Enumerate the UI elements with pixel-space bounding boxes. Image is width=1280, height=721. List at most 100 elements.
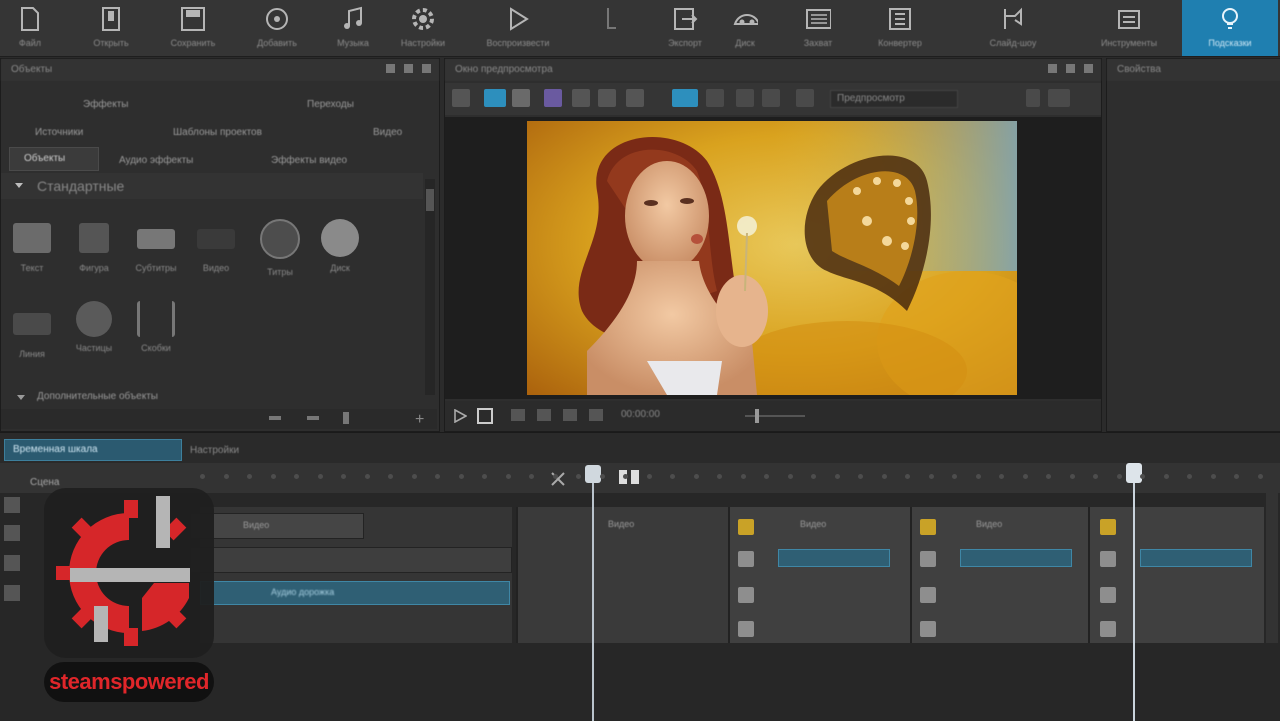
objects-footer-bar: + <box>1 409 437 429</box>
prev-frame-icon[interactable] <box>511 409 525 421</box>
tab-objects-active[interactable]: Объекты <box>9 147 99 171</box>
scrollbar-thumb[interactable] <box>426 189 434 211</box>
tab-sources[interactable]: Источники <box>35 127 83 138</box>
tab-timeline-settings[interactable]: Настройки <box>190 445 239 456</box>
preview-panel-title: Окно предпросмотра <box>445 59 1101 81</box>
loop-icon[interactable] <box>563 409 577 421</box>
scene-block[interactable]: Видео <box>516 507 728 643</box>
toolbar-tools-button[interactable]: Инструменты <box>1086 0 1172 56</box>
toolbar-save-button[interactable]: Сохранить <box>160 0 226 56</box>
effect-icon <box>738 587 754 603</box>
effect-bar[interactable] <box>1140 549 1252 567</box>
scene-block[interactable]: Видео <box>728 507 910 643</box>
toolbar-capture-button[interactable]: Захват <box>790 0 846 56</box>
toolbar-settings-button[interactable]: Настройки <box>388 0 458 56</box>
volume-slider-thumb[interactable] <box>755 409 759 423</box>
ruler-tick <box>670 474 675 479</box>
close-panel-icon[interactable] <box>422 64 431 73</box>
tab-video[interactable]: Видео <box>373 127 402 138</box>
tab-effects[interactable]: Эффекты <box>83 99 128 110</box>
section-header[interactable]: Стандартные <box>1 173 423 199</box>
tab-timeline-label: Временная шкала <box>13 444 98 455</box>
preview-settings-icon[interactable] <box>796 89 814 107</box>
remove-icon[interactable] <box>307 416 319 420</box>
fullscreen-icon[interactable] <box>589 409 603 421</box>
toolbar-pin-button[interactable] <box>590 0 630 56</box>
range-end-marker[interactable] <box>1133 473 1135 721</box>
effect-bar[interactable] <box>960 549 1072 567</box>
track-audio-icon[interactable] <box>4 585 20 601</box>
preview-hand-icon[interactable] <box>572 89 590 107</box>
preview-zoom-icon[interactable] <box>598 89 616 107</box>
preview-draw-icon[interactable] <box>544 89 562 107</box>
preview-snap-icon[interactable] <box>736 89 754 107</box>
volume-slider[interactable] <box>745 409 805 423</box>
range-end-handle[interactable] <box>1126 463 1142 483</box>
tab-project-templates[interactable]: Шаблоны проектов <box>173 127 262 138</box>
delete-icon[interactable] <box>343 412 349 424</box>
object-particles[interactable]: Частицы <box>69 301 119 353</box>
object-subtitles[interactable]: Субтитры <box>131 223 181 273</box>
preview-select-tool-icon[interactable] <box>484 89 506 107</box>
object-text[interactable]: Текст <box>7 223 57 273</box>
object-video[interactable]: Видео <box>191 223 241 273</box>
ruler-tick <box>294 474 299 479</box>
track-mute-icon[interactable] <box>4 555 20 571</box>
tab-timeline[interactable]: Временная шкала <box>4 439 182 461</box>
objects-scrollbar[interactable] <box>425 179 435 395</box>
pin-panel-icon[interactable] <box>386 64 395 73</box>
timeline-scrollbar[interactable] <box>1266 493 1278 643</box>
object-line[interactable]: Линия <box>7 309 57 359</box>
marker-icon[interactable] <box>548 469 568 489</box>
toolbar-play-button[interactable]: Воспроизвести <box>472 0 564 56</box>
float-panel-icon[interactable] <box>404 64 413 73</box>
split-icon[interactable] <box>616 467 642 489</box>
audio-track-bar[interactable]: Аудио дорожка <box>200 581 510 605</box>
video-clip[interactable]: Видео <box>190 513 364 539</box>
preview-rotate-icon[interactable] <box>626 89 644 107</box>
toolbar-add-button[interactable]: Добавить <box>244 0 310 56</box>
toolbar-music-button[interactable]: Музыка <box>326 0 380 56</box>
preview-grid-icon[interactable] <box>672 89 698 107</box>
tab-video-effects[interactable]: Эффекты видео <box>271 155 347 166</box>
preview-options-icon[interactable] <box>1026 89 1040 107</box>
footer-section[interactable]: Дополнительные объекты <box>1 387 437 409</box>
panel-window-buttons <box>386 64 431 73</box>
toolbar-open-button[interactable]: Открыть <box>78 0 144 56</box>
tab-transitions[interactable]: Переходы <box>307 99 354 110</box>
track-lock-icon[interactable] <box>4 525 20 541</box>
preview-export-icon[interactable] <box>1048 89 1070 107</box>
ruler-tick <box>788 474 793 479</box>
preview-mode-select[interactable]: Предпросмотр <box>830 90 958 108</box>
track-visibility-icon[interactable] <box>4 497 20 513</box>
next-frame-icon[interactable] <box>537 409 551 421</box>
preview-guides-icon[interactable] <box>706 89 724 107</box>
toolbar-export-button[interactable]: Экспорт <box>658 0 712 56</box>
close-panel-icon[interactable] <box>1084 64 1093 73</box>
play-icon[interactable] <box>453 409 467 423</box>
tab-audio-effects[interactable]: Аудио эффекты <box>119 155 193 166</box>
preview-safe-area-icon[interactable] <box>762 89 780 107</box>
add-icon[interactable]: + <box>415 411 424 429</box>
toolbar-slideshow-button[interactable]: Слайд-шоу <box>950 0 1076 56</box>
toolbar-tips-button[interactable]: Подсказки <box>1182 0 1278 56</box>
object-brackets[interactable]: Скобки <box>131 301 181 353</box>
object-disc[interactable]: Диск <box>315 219 365 273</box>
preview-crop-icon[interactable] <box>512 89 530 107</box>
ruler-tick <box>835 474 840 479</box>
toolbar-file-button[interactable]: Файл <box>2 0 58 56</box>
effect-bar[interactable] <box>778 549 890 567</box>
float-panel-icon[interactable] <box>1066 64 1075 73</box>
toolbar-disc-button[interactable]: Диск <box>718 0 772 56</box>
object-titles[interactable]: Титры <box>255 219 305 277</box>
pin-panel-icon[interactable] <box>1048 64 1057 73</box>
scene-block[interactable]: Видео <box>910 507 1088 643</box>
playhead-marker[interactable] <box>592 473 594 721</box>
playhead-handle[interactable] <box>585 465 601 483</box>
minus-icon[interactable] <box>269 416 281 420</box>
object-shape[interactable]: Фигура <box>69 223 119 273</box>
preview-tool-icon[interactable] <box>452 89 470 107</box>
overlay-clip[interactable] <box>190 547 512 573</box>
stop-icon[interactable] <box>477 408 493 424</box>
toolbar-converter-button[interactable]: Конвертер <box>862 0 938 56</box>
